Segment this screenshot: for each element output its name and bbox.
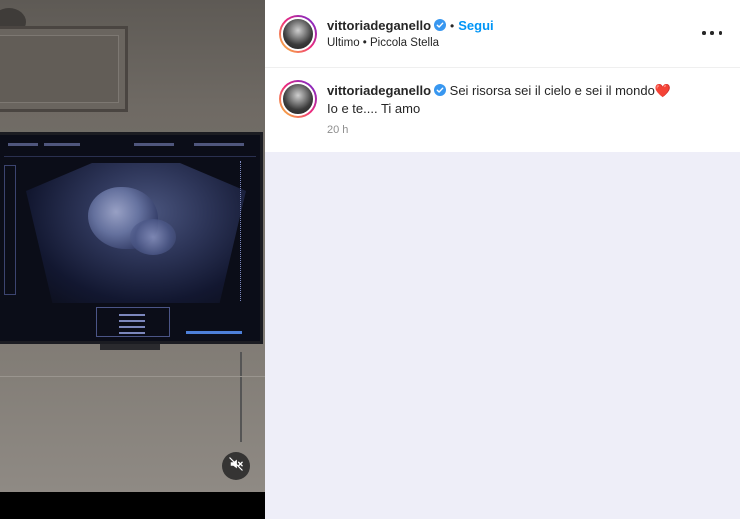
- verified-badge-icon: [434, 83, 447, 96]
- post-header: vittoriadeganello • Segui Ultimo • Piccola…: [265, 0, 740, 68]
- muted-speaker-icon: [229, 456, 243, 476]
- more-options-icon[interactable]: [702, 26, 722, 40]
- post-media[interactable]: [0, 0, 265, 519]
- avatar[interactable]: [279, 15, 317, 53]
- header-username[interactable]: vittoriadeganello: [327, 18, 431, 33]
- caption-line-1: Sei risorsa sei il cielo e sei il mondo: [449, 83, 655, 98]
- caption-text: vittoriadeganello Sei risorsa sei il cie…: [327, 82, 717, 118]
- monitor-header-bar: [4, 139, 256, 157]
- caption-avatar[interactable]: [279, 80, 317, 118]
- verified-badge-icon: [434, 18, 447, 31]
- ultrasound-monitor: [0, 132, 263, 344]
- post-time[interactable]: 20 h: [327, 124, 348, 136]
- caption-line-2: Io e te.... Ti amo: [327, 101, 421, 116]
- separator-dot: •: [450, 19, 455, 33]
- follow-button[interactable]: Segui: [458, 18, 493, 33]
- mute-toggle-button[interactable]: [222, 452, 250, 480]
- wall-picture-frame: [0, 26, 128, 112]
- ultrasound-legend: [96, 307, 170, 337]
- audio-subtitle[interactable]: Ultimo • Piccola Stella: [327, 37, 439, 49]
- caption-section: vittoriadeganello Sei risorsa sei il cie…: [265, 68, 740, 152]
- video-frame[interactable]: [0, 0, 265, 492]
- post-side-panel: vittoriadeganello • Segui Ultimo • Piccola…: [265, 0, 740, 519]
- heart-emoji: ❤️: [654, 83, 672, 98]
- caption-username[interactable]: vittoriadeganello: [327, 83, 431, 98]
